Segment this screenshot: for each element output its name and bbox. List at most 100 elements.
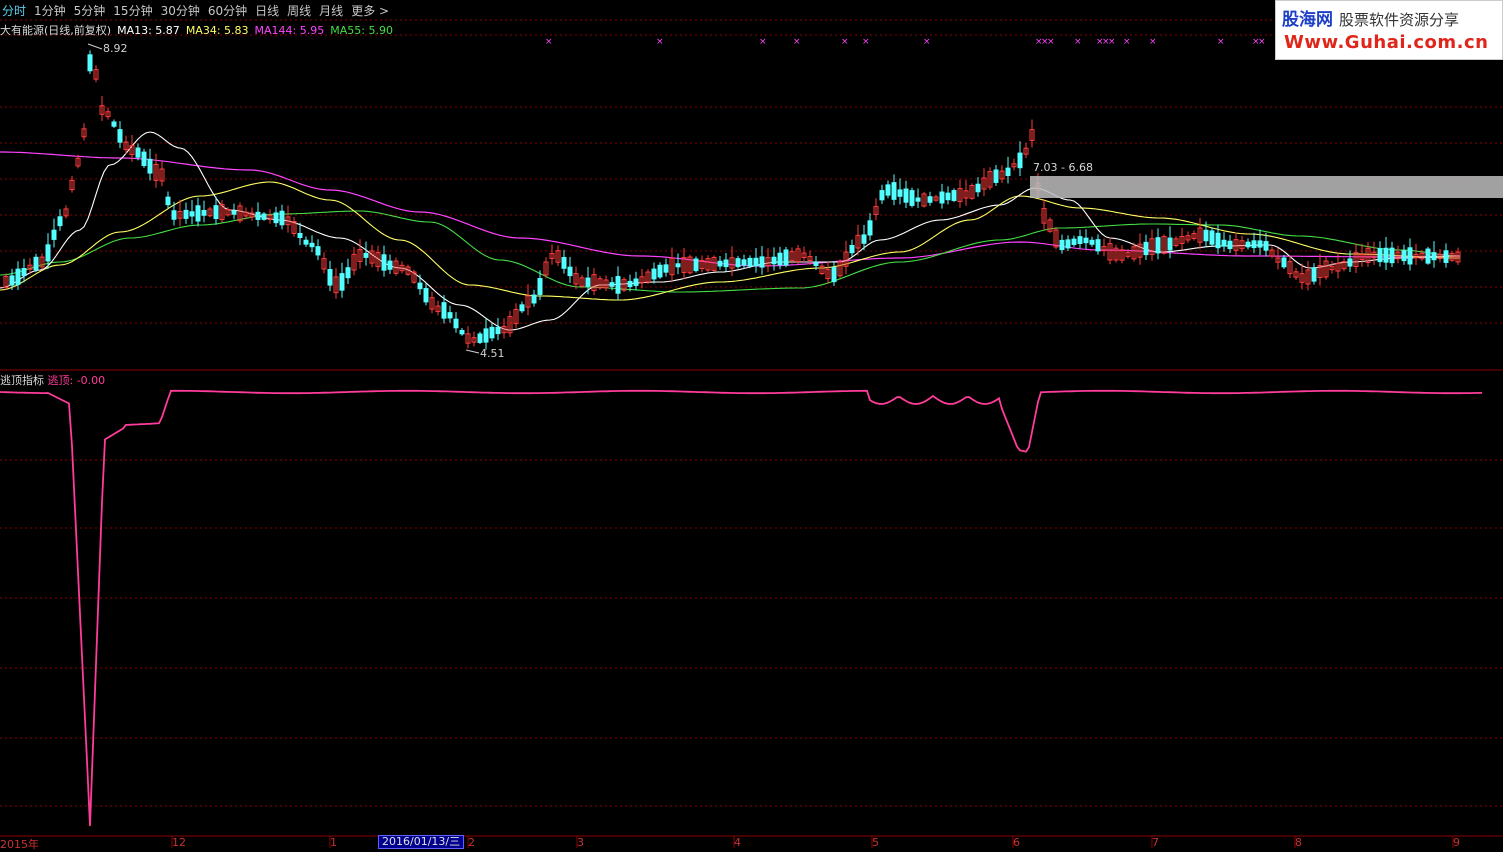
candle-body [951, 190, 957, 201]
candle-body [777, 252, 783, 266]
period-tab-3[interactable]: 15分钟 [111, 2, 154, 19]
candle-body [1251, 240, 1257, 249]
candle-body [975, 183, 981, 193]
candle-body [1071, 238, 1077, 245]
candle-body [723, 259, 729, 268]
candle-body [213, 205, 219, 220]
candle-body [993, 169, 999, 183]
period-tab-2[interactable]: 5分钟 [72, 2, 108, 19]
candle-body [1209, 230, 1215, 245]
candle-body [927, 196, 933, 203]
period-tab-6[interactable]: 日线 [253, 2, 281, 19]
event-marker-icon: × [862, 37, 870, 47]
candle-body [417, 282, 423, 290]
candle-body [135, 147, 141, 158]
candle-body [651, 268, 657, 280]
candle-body [879, 190, 885, 201]
candle-body [1383, 247, 1389, 263]
candle-body [1281, 257, 1287, 268]
candle-body [1407, 247, 1413, 265]
candle-body [1221, 239, 1227, 247]
period-tab-0[interactable]: 分时 [0, 2, 28, 19]
candle-body [381, 254, 387, 271]
x-axis-label-4: 3 [577, 836, 584, 849]
candle-body [867, 220, 873, 236]
period-toolbar: 分时 1分钟 5分钟 15分钟 30分钟 60分钟 日线 周线 月线 更多 > [0, 0, 1260, 20]
candle-body [309, 242, 315, 248]
x-axis-label-10: 9 [1453, 836, 1460, 849]
candle-body [1155, 237, 1161, 254]
period-tab-7[interactable]: 周线 [285, 2, 313, 19]
range-highlight-box [1030, 176, 1503, 198]
candle-body [531, 294, 537, 304]
indicator-legend: 逃顶指标 逃顶: -0.00 [0, 372, 105, 388]
period-tab-4[interactable]: 30分钟 [159, 2, 202, 19]
candle-body [861, 234, 867, 244]
candle-body [189, 211, 195, 217]
candle-body [1263, 241, 1269, 251]
candle-body [567, 266, 573, 277]
candle-body [1167, 237, 1173, 251]
event-marker-icon: × [1123, 37, 1131, 47]
candle-body [489, 326, 495, 339]
candlesticks [3, 50, 1461, 350]
high-arrow-icon [87, 43, 103, 50]
candle-body [9, 275, 15, 286]
indicator-value: 逃顶: -0.00 [47, 374, 106, 387]
candle-body [1227, 240, 1233, 250]
candle-body [735, 258, 741, 268]
candle-body [1203, 229, 1209, 242]
candle-body [561, 257, 567, 269]
candle-body [459, 330, 465, 335]
candle-body [201, 210, 207, 216]
candle-body [1245, 241, 1251, 248]
period-tab-5[interactable]: 60分钟 [206, 2, 249, 19]
candle-body [1431, 252, 1437, 261]
candle-body [1083, 237, 1089, 244]
x-axis-label-0: 2015年 [0, 838, 39, 851]
ma55-label: MA55: 5.90 [330, 24, 393, 37]
candle-body [279, 210, 285, 226]
event-marker-icon: × [841, 37, 849, 47]
event-marker-icon: × [1047, 37, 1055, 47]
candle-body [693, 258, 699, 272]
grid-lines [0, 19, 1503, 848]
candle-body [849, 244, 855, 254]
candle-body [315, 246, 321, 256]
candle-body [657, 264, 663, 278]
candle-body [453, 318, 459, 329]
indicator-name: 逃顶指标 [0, 374, 44, 387]
candle-body [195, 205, 201, 222]
candle-body [1215, 232, 1221, 249]
event-marker-icon: × [656, 37, 664, 47]
candle-body [609, 282, 615, 287]
candle-body [891, 182, 897, 200]
period-tab-1[interactable]: 1分钟 [32, 2, 68, 19]
ma13-line [0, 131, 1460, 331]
candle-body [663, 264, 669, 273]
candle-body [813, 261, 819, 267]
period-tab-9[interactable]: 更多 > [349, 2, 391, 19]
candle-body [1065, 239, 1071, 249]
candle-body [1425, 248, 1431, 264]
period-tab-8[interactable]: 月线 [317, 2, 345, 19]
candle-body [327, 269, 333, 286]
event-marker-icon: × [923, 37, 931, 47]
candle-body [537, 278, 543, 295]
event-marker-icon: × [1074, 37, 1082, 47]
candle-body [171, 210, 177, 220]
candle-body [897, 189, 903, 197]
candle-body [1257, 240, 1263, 248]
event-marker-icon: × [1149, 37, 1157, 47]
candle-body [117, 129, 123, 143]
candle-body [1443, 250, 1449, 263]
candle-body [1095, 239, 1101, 252]
price-legend: 大有能源(日线,前复权) MA13: 5.87 MA34: 5.83 MA144: 5… [0, 22, 399, 38]
x-axis-label-7: 6 [1013, 836, 1020, 849]
candle-body [615, 276, 621, 294]
candle-body [1089, 239, 1095, 245]
candle-body [1143, 241, 1149, 256]
kline-chart[interactable]: × × × × × × × ××× × ××× × × × ×× 8.92 4.51 7.03 - 6.6… [0, 0, 1503, 848]
candle-body [261, 213, 267, 220]
cursor-date-label: 2016/01/13/三 [378, 835, 465, 849]
